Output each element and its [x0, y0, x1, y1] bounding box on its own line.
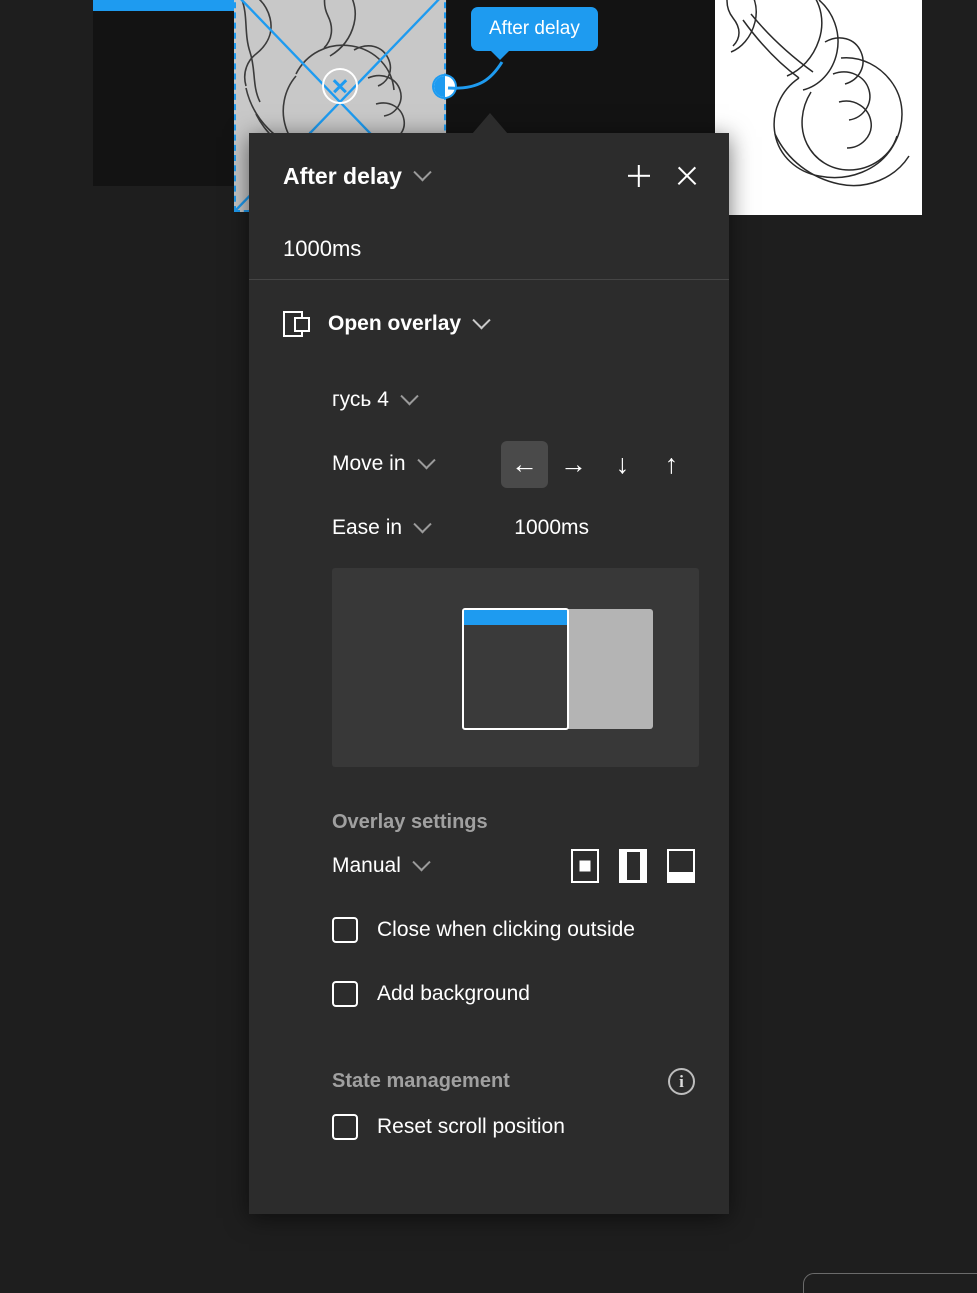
- connection-handle[interactable]: [434, 76, 455, 97]
- direction-left-button[interactable]: ←: [501, 440, 548, 488]
- goose-line-art-right: [726, 0, 910, 187]
- duration-value[interactable]: 1000ms: [514, 516, 589, 540]
- animation-chevron-down-icon[interactable]: [416, 450, 436, 469]
- preview-overlay-frame: [462, 608, 569, 730]
- connection-pill[interactable]: After delay: [471, 7, 598, 60]
- action-chevron-down-icon[interactable]: [472, 310, 491, 329]
- action-row[interactable]: Open overlay: [283, 280, 695, 368]
- canvas-frame-right[interactable]: [715, 0, 922, 215]
- trigger-chevron-down-icon[interactable]: [413, 162, 432, 181]
- delay-value-row[interactable]: 1000ms: [249, 219, 729, 279]
- easing-row[interactable]: Ease in 1000ms: [283, 496, 695, 560]
- close-popup-button[interactable]: [667, 156, 707, 196]
- animation-label: Move in: [332, 452, 406, 475]
- direction-right-button[interactable]: →: [550, 441, 597, 488]
- destination-chevron-down-icon[interactable]: [400, 386, 419, 405]
- interaction-details-popup: After delay .pop-title{} 1000ms Open ove…: [249, 133, 729, 1214]
- add-interaction-button[interactable]: [619, 156, 659, 196]
- position-mode-label: Manual: [332, 854, 401, 877]
- overlay-position-center-icon[interactable]: [571, 849, 599, 883]
- overlay-settings-label: Overlay settings: [332, 811, 488, 833]
- add-background-label: Add background: [377, 982, 530, 1005]
- close-clicking-outside-label: Close when clicking outside: [377, 918, 635, 941]
- add-background-row[interactable]: Add background: [283, 962, 695, 1026]
- close-clicking-outside-checkbox[interactable]: [332, 917, 358, 943]
- reset-scroll-position-checkbox[interactable]: [332, 1114, 358, 1140]
- destination-label: гусь 4: [332, 388, 389, 411]
- overlay-position-row[interactable]: Manual: [283, 834, 695, 898]
- figma-prototype-screen: After delay After delay 1000ms Open over…: [0, 0, 977, 1293]
- action-label: Open overlay: [328, 312, 462, 335]
- info-icon[interactable]: i: [668, 1068, 695, 1095]
- popup-body: Open overlay гусь 4 Move in ← → ↓ ↑ Ease…: [249, 280, 729, 1159]
- no-interaction-marker-icon[interactable]: [322, 68, 358, 104]
- direction-buttons: ← → ↓ ↑: [499, 440, 695, 488]
- overlay-position-bottom-icon[interactable]: [667, 849, 695, 883]
- add-background-checkbox[interactable]: [332, 981, 358, 1007]
- bottom-floating-panel[interactable]: [803, 1273, 977, 1293]
- direction-down-button[interactable]: ↓: [599, 441, 646, 488]
- popup-title: After delay: [283, 162, 402, 189]
- animation-row[interactable]: Move in ← → ↓ ↑: [283, 432, 695, 496]
- state-management-title: State management i: [283, 1068, 695, 1095]
- overlay-position-left-icon[interactable]: [619, 849, 647, 883]
- canvas-frame-left[interactable]: [93, 11, 244, 186]
- animation-preview[interactable]: [332, 568, 699, 767]
- easing-label: Ease in: [332, 516, 403, 539]
- direction-up-button[interactable]: ↑: [648, 441, 695, 488]
- frame-header-bar-left: [93, 0, 244, 11]
- reset-scroll-position-row[interactable]: Reset scroll position: [283, 1095, 695, 1159]
- popup-pointer-notch: [472, 113, 508, 134]
- close-clicking-outside-row[interactable]: Close when clicking outside: [283, 898, 695, 962]
- open-overlay-icon: [283, 309, 311, 339]
- overlay-settings-title: Overlay settings: [283, 811, 695, 834]
- reset-scroll-position-label: Reset scroll position: [377, 1115, 565, 1138]
- destination-row[interactable]: гусь 4: [283, 368, 695, 432]
- preview-overlay-header-bar: [464, 610, 567, 625]
- easing-chevron-down-icon[interactable]: [413, 514, 432, 533]
- delay-value[interactable]: 1000ms: [283, 236, 361, 262]
- state-management-label: State management: [332, 1070, 510, 1092]
- overlay-position-icons: [571, 849, 695, 883]
- popup-header: After delay: [249, 133, 729, 219]
- position-mode-chevron-down-icon[interactable]: [412, 852, 431, 871]
